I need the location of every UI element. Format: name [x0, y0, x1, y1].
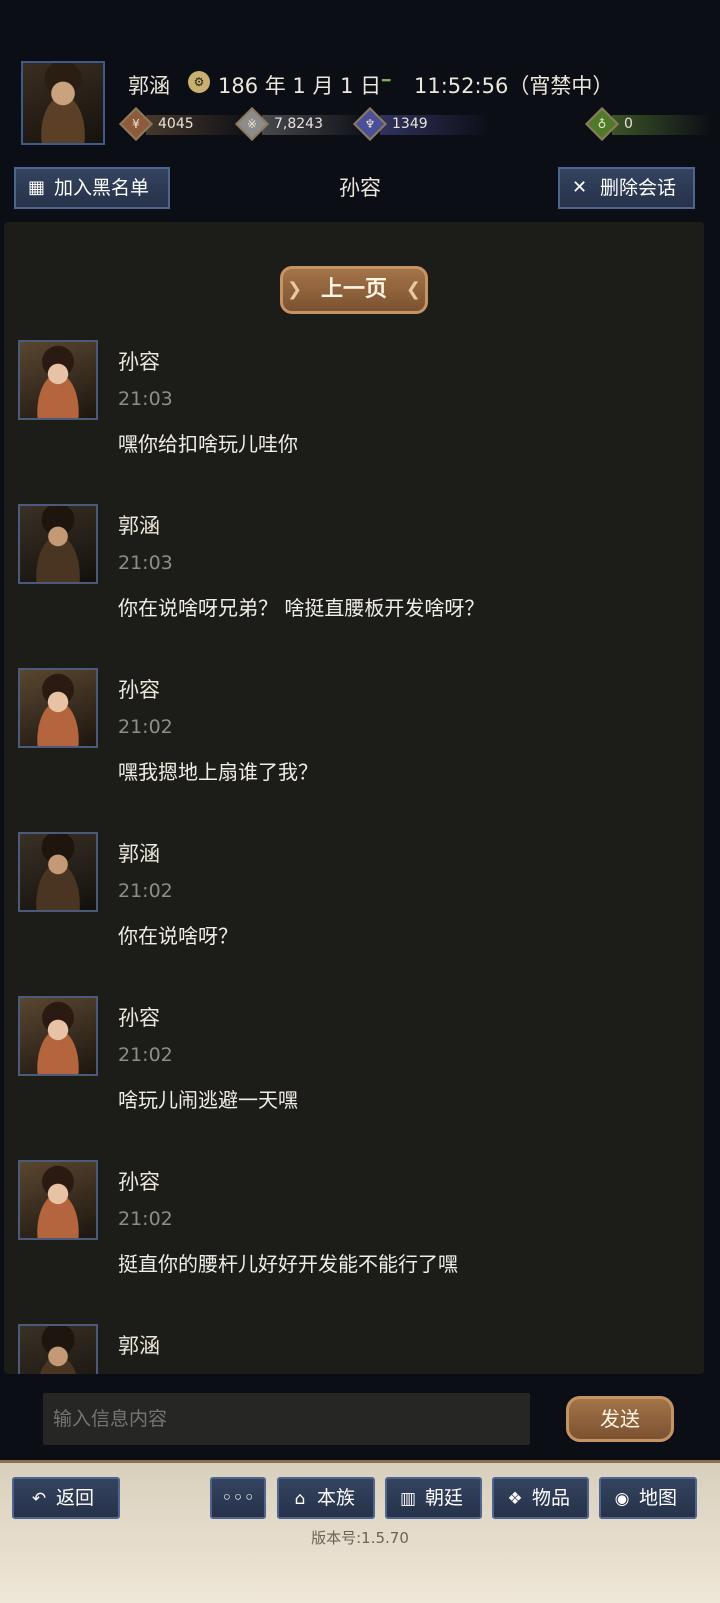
chat-message: 孙容 21:03 嘿你给扣啥玩儿哇你: [18, 340, 698, 480]
message-time: 21:02: [118, 1044, 173, 1066]
items-icon: ❖: [507, 1489, 523, 1509]
sender-name: 孙容: [118, 350, 160, 374]
more-dots-icon: ◦◦◦: [221, 1487, 255, 1509]
sender-name: 孙容: [118, 1170, 160, 1194]
nav-items-button[interactable]: ❖ 物品: [492, 1477, 589, 1519]
top-status-bar: 郭涵 ⚙ 186 年 1 月 1 日 ━ 11:52:56（宵禁中） ¥ 404…: [0, 0, 720, 220]
clan-icon: ⌂: [294, 1489, 306, 1509]
message-text: 嘿我摁地上扇谁了我？: [118, 760, 318, 784]
chat-message: 郭涵 21:03 你在说啥呀兄弟？ 啥挺直腰板开发啥呀？: [18, 504, 698, 644]
game-date: 186 年 1 月 1 日: [218, 74, 382, 98]
back-arrow-icon: ↶: [31, 1489, 47, 1509]
nav-court-button[interactable]: ▥ 朝廷: [385, 1477, 482, 1519]
sender-avatar[interactable]: [18, 1324, 98, 1374]
chat-message: 郭涵: [18, 1324, 698, 1374]
message-time: 21:02: [118, 1208, 173, 1230]
chat-message: 孙容 21:02 嘿我摁地上扇谁了我？: [18, 668, 698, 808]
sender-name: 孙容: [118, 1006, 160, 1030]
chevron-right-icon: ❮: [405, 279, 421, 300]
sender-name: 郭涵: [118, 1334, 160, 1358]
chat-message: 孙容 21:02 啥玩儿闹逃避一天嘿: [18, 996, 698, 1136]
sender-name: 郭涵: [118, 514, 160, 538]
send-button[interactable]: 发送: [566, 1396, 674, 1442]
chat-message: 孙容 21:02 挺直你的腰杆儿好好开发能不能行了嘿: [18, 1160, 698, 1300]
more-button[interactable]: ◦◦◦: [210, 1477, 266, 1519]
court-icon: ▥: [399, 1489, 417, 1509]
sender-avatar[interactable]: [18, 504, 98, 584]
close-icon: ✕: [572, 177, 588, 198]
sender-avatar[interactable]: [18, 996, 98, 1076]
delete-conversation-button[interactable]: ✕ 删除会话: [558, 167, 695, 209]
player-avatar[interactable]: [21, 61, 105, 145]
player-name: 郭涵: [128, 74, 170, 98]
map-icon: ◉: [614, 1489, 630, 1509]
back-button[interactable]: ↶ 返回: [12, 1477, 120, 1519]
previous-page-button[interactable]: ❯ 上一页 ❮: [280, 266, 428, 314]
game-time: 11:52:56（宵禁中）: [414, 74, 614, 98]
sender-name: 孙容: [118, 678, 160, 702]
chat-message: 郭涵 21:02 你在说啥呀？: [18, 832, 698, 972]
sender-avatar[interactable]: [18, 340, 98, 420]
calendar-icon: ⚙: [188, 71, 210, 93]
message-text: 你在说啥呀？: [118, 924, 238, 948]
nav-clan-button[interactable]: ⌂ 本族: [277, 1477, 375, 1519]
message-text: 挺直你的腰杆儿好好开发能不能行了嘿: [118, 1252, 458, 1276]
chat-panel[interactable]: ❯ 上一页 ❮ 孙容 21:03 嘿你给扣啥玩儿哇你 郭涵 21:03 你在说啥…: [4, 222, 704, 1374]
clock-icon: ━: [382, 73, 391, 89]
message-text: 嘿你给扣啥玩儿哇你: [118, 432, 298, 456]
bottom-navigation: ↶ 返回 ◦◦◦ ⌂ 本族 ▥ 朝廷 ❖ 物品 ◉ 地图 版本号:1.5.70: [0, 1460, 720, 1603]
sender-name: 郭涵: [118, 842, 160, 866]
sender-avatar[interactable]: [18, 668, 98, 748]
sender-avatar[interactable]: [18, 832, 98, 912]
message-time: 21:02: [118, 880, 173, 902]
version-label: 版本号:1.5.70: [311, 1529, 409, 1547]
message-time: 21:02: [118, 716, 173, 738]
sender-avatar[interactable]: [18, 1160, 98, 1240]
message-text: 啥玩儿闹逃避一天嘿: [118, 1088, 298, 1112]
message-input[interactable]: [43, 1393, 530, 1445]
message-text: 你在说啥呀兄弟？ 啥挺直腰板开发啥呀？: [118, 596, 485, 620]
nav-map-button[interactable]: ◉ 地图: [599, 1477, 697, 1519]
chevron-left-icon: ❯: [287, 279, 303, 300]
message-time: 21:03: [118, 388, 173, 410]
message-time: 21:03: [118, 552, 173, 574]
